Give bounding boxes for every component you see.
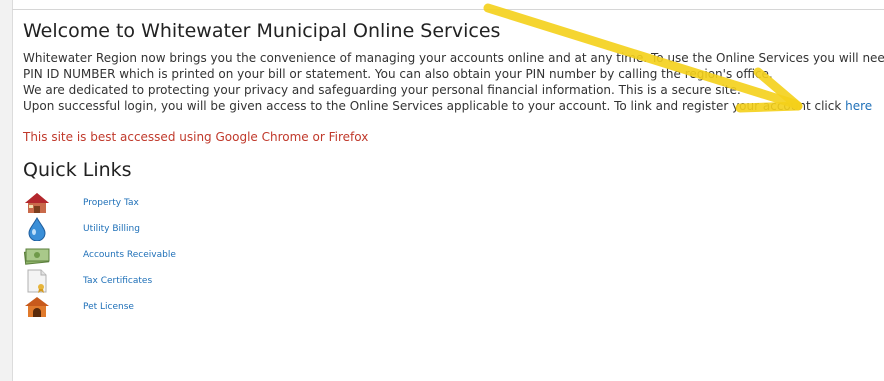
quick-link-label[interactable]: Pet License [83,302,134,312]
intro-line: We are dedicated to protecting your priv… [23,83,741,97]
certificate-icon [23,269,51,293]
quick-link-utility-billing[interactable]: Utility Billing [23,216,881,242]
intro-line: PIN ID NUMBER which is printed on your b… [23,67,773,81]
doghouse-icon [23,295,51,319]
quick-link-pet-license[interactable]: Pet License [23,294,881,320]
browser-notice: This site is best accessed using Google … [23,130,369,144]
page-title: Welcome to Whitewater Municipal Online S… [23,20,501,42]
page-frame: Welcome to Whitewater Municipal Online S… [0,0,884,381]
quick-link-label[interactable]: Accounts Receivable [83,250,176,260]
top-divider [12,9,884,10]
quick-link-label[interactable]: Property Tax [83,198,139,208]
quick-link-label[interactable]: Utility Billing [83,224,140,234]
quick-link-label[interactable]: Tax Certificates [83,276,152,286]
house-icon [23,191,51,215]
main-content: Welcome to Whitewater Municipal Online S… [23,18,884,320]
intro-text: Whitewater Region now brings you the con… [23,50,884,114]
login-line-text: Upon successful login, you will be given… [23,99,846,113]
quick-links-title: Quick Links [23,159,132,181]
quick-link-tax-certificates[interactable]: Tax Certificates [23,268,881,294]
water-drop-icon [23,217,51,241]
register-here-link[interactable]: here [845,99,872,113]
quick-links-list: Property Tax Utility Billing Accounts Re… [23,190,881,320]
money-icon [23,243,51,267]
quick-link-accounts-receivable[interactable]: Accounts Receivable [23,242,881,268]
left-rail [0,0,13,381]
intro-line: Whitewater Region now brings you the con… [23,51,884,65]
login-line: Upon successful login, you will be given… [23,98,881,114]
quick-link-property-tax[interactable]: Property Tax [23,190,881,216]
